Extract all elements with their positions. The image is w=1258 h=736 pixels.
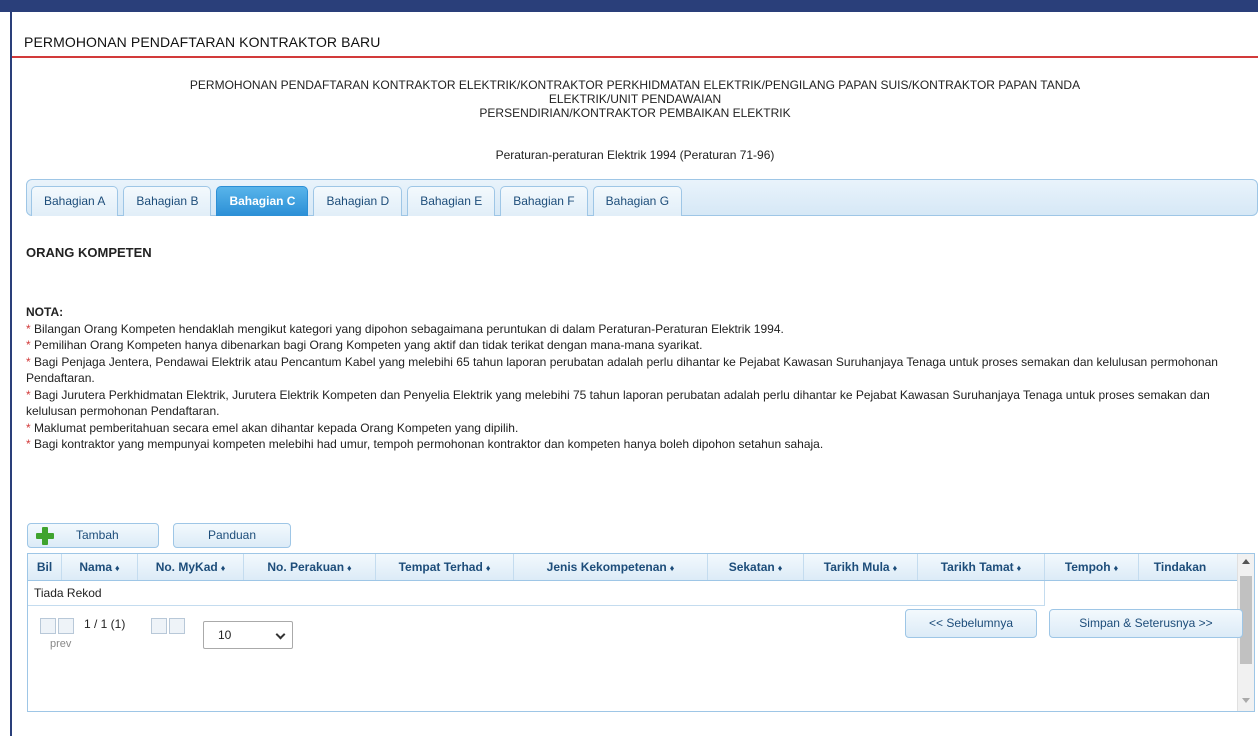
nota-item-text: Maklumat pemberitahuan secara emel akan … [34,420,519,435]
tab-bahagian-f[interactable]: Bahagian F [500,186,588,216]
form-title-line-1: PERMOHONAN PENDAFTARAN KONTRAKTOR ELEKTR… [189,78,1081,92]
form-title: PERMOHONAN PENDAFTARAN KONTRAKTOR ELEKTR… [12,78,1258,120]
nota-item-text: Pemilihan Orang Kompeten hanya dibenarka… [34,338,703,352]
nota-item-text: Bagi kontraktor yang mempunyai kompeten … [34,437,824,451]
col-tindakan: Tindakan [1153,560,1207,574]
tab-bahagian-b[interactable]: Bahagian B [123,186,212,216]
asterisk-icon: * [26,437,31,451]
nota-item-text: Bagi Jurutera Perkhidmatan Elektrik, Jur… [26,387,1210,419]
previous-button[interactable]: << Sebelumnya [905,609,1037,638]
sort-icon: ♦ [669,563,675,573]
sort-icon: ♦ [485,563,491,573]
sort-icon: ♦ [892,563,898,573]
prev-page-icon[interactable] [58,618,74,634]
form-title-line-2: ELEKTRIK/UNIT PENDAWAIAN [548,92,722,106]
sort-icon: ♦ [115,563,120,573]
tab-bahagian-d[interactable]: Bahagian D [313,186,403,216]
asterisk-icon: * [26,321,31,336]
sort-icon: ♦ [777,563,783,573]
scroll-up-icon[interactable] [1242,559,1250,564]
tab-bahagian-a[interactable]: Bahagian A [31,186,119,216]
sort-icon: ♦ [347,563,352,573]
next-page-icon[interactable] [151,618,167,634]
col-jenis-kekompetenan[interactable]: Jenis Kekompetenan ♦ [514,554,708,580]
sort-icon: ♦ [1016,563,1022,573]
guide-button[interactable]: Panduan [173,523,291,548]
last-page-icon[interactable] [169,618,185,634]
asterisk-icon: * [26,338,31,352]
rows-per-page-value: 10 [218,628,232,642]
tab-bar: Bahagian A Bahagian B Bahagian C Bahagia… [26,179,1258,216]
col-sekatan[interactable]: Sekatan ♦ [708,554,804,580]
col-tempoh[interactable]: Tempoh ♦ [1045,554,1139,580]
nota-item: * Bilangan Orang Kompeten hendaklah meng… [26,321,1252,338]
col-no-perakuan[interactable]: No. Perakuan ♦ [244,554,376,580]
sort-icon: ♦ [1113,563,1119,573]
panel-header: PERMOHONAN PENDAFTARAN KONTRAKTOR BARU [12,12,1258,58]
page-title: PERMOHONAN PENDAFTARAN KONTRAKTOR BARU [24,34,381,50]
sort-icon: ♦ [220,563,226,573]
add-button[interactable]: Tambah [27,523,159,548]
col-tempat-terhad[interactable]: Tempat Terhad ♦ [376,554,514,580]
nota-block: NOTA: * Bilangan Orang Kompeten hendakla… [26,304,1252,453]
asterisk-icon: * [26,387,31,402]
nota-item: * Maklumat pemberitahuan secara emel aka… [26,420,1252,437]
nota-item-text: Bagi Penjaga Jentera, Pendawai Elektrik … [26,354,1218,386]
col-bil[interactable]: Bil [28,554,62,580]
save-next-button[interactable]: Simpan & Seterusnya >> [1049,609,1243,638]
chevron-down-icon [275,629,286,640]
tab-bahagian-c[interactable]: Bahagian C [216,186,309,216]
table-header: Bil Nama ♦ No. MyKad ♦ No. Perakuan ♦ Tempa… [28,554,1238,581]
main-panel: PERMOHONAN PENDAFTARAN KONTRAKTOR BARU P… [12,12,1258,736]
col-tarikh-tamat[interactable]: Tarikh Tamat ♦ [918,554,1045,580]
form-title-line-3: PERSENDIRIAN/KONTRAKTOR PEMBAIKAN ELEKTR… [479,106,791,120]
nota-item: * Bagi kontraktor yang mempunyai kompete… [26,436,1252,453]
top-bar [0,0,1258,12]
nota-item: * Bagi Penjaga Jentera, Pendawai Elektri… [26,354,1252,387]
col-tarikh-mula[interactable]: Tarikh Mula ♦ [804,554,918,580]
scroll-down-icon[interactable] [1242,698,1250,703]
section-title: ORANG KOMPETEN [26,245,152,260]
tab-bahagian-g[interactable]: Bahagian G [592,186,683,216]
page-info: 1 / 1 (1) [84,617,126,631]
nota-item: * Bagi Jurutera Perkhidmatan Elektrik, J… [26,387,1252,420]
add-button-label: Tambah [76,528,119,542]
nota-item: * Pemilihan Orang Kompeten hanya dibenar… [26,337,1252,354]
first-page-icon[interactable] [40,618,56,634]
asterisk-icon: * [26,354,31,369]
col-no-mykad[interactable]: No. MyKad ♦ [138,554,244,580]
tab-bahagian-e[interactable]: Bahagian E [407,186,496,216]
prev-label: prev [50,638,72,650]
regulation-text: Peraturan-peraturan Elektrik 1994 (Perat… [495,148,775,162]
nota-label: NOTA: [26,305,64,319]
nota-item-text: Bilangan Orang Kompeten hendaklah mengik… [34,321,784,336]
empty-row: Tiada Rekod [28,581,1045,606]
plus-icon [36,527,54,545]
col-nama[interactable]: Nama ♦ [62,554,138,580]
rows-per-page-select[interactable]: 10 [203,621,293,649]
asterisk-icon: * [26,420,31,435]
